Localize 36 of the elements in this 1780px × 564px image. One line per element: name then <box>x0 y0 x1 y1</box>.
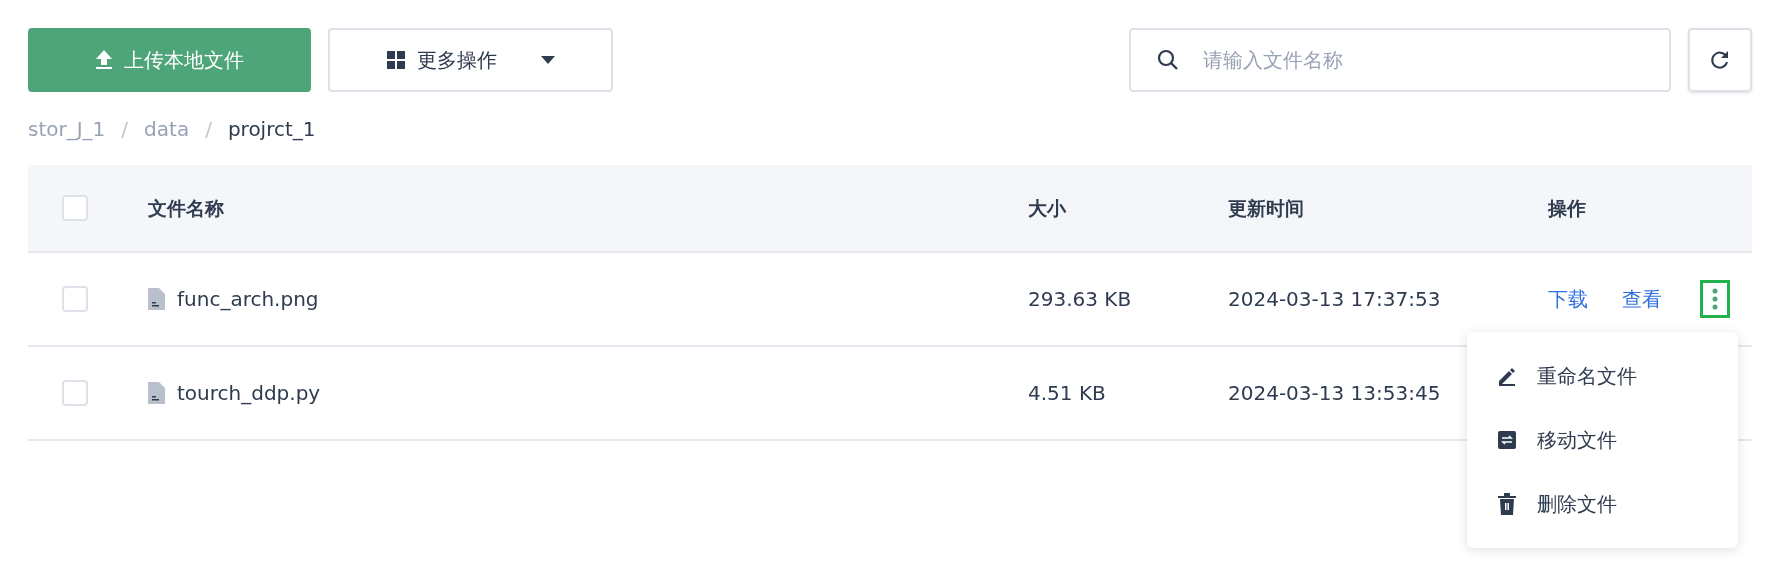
upload-icon <box>95 50 112 70</box>
update-time: 2024-03-13 13:53:45 <box>1228 380 1441 407</box>
refresh-button[interactable] <box>1688 28 1752 92</box>
column-header: 文件名称 <box>148 195 224 221</box>
menu-item[interactable]: 重命名文件 <box>1467 344 1738 408</box>
kebab-icon <box>1712 288 1718 310</box>
more-button[interactable] <box>1700 280 1730 318</box>
action-link[interactable]: 查看 <box>1622 284 1662 314</box>
file-icon <box>148 288 165 310</box>
caret-icon <box>540 56 555 64</box>
search-field[interactable]: 请输入文件名称 <box>1129 28 1671 92</box>
refresh-icon <box>1710 50 1730 70</box>
action-link[interactable]: 下载 <box>1548 284 1588 314</box>
pencil-icon <box>1497 366 1517 386</box>
file-icon <box>148 382 165 404</box>
breadcrumb-item: projrct_1 <box>227 115 316 143</box>
checkbox[interactable] <box>62 380 88 406</box>
column-header: 大小 <box>1028 195 1066 221</box>
breadcrumb-separator: / <box>205 115 212 143</box>
file-name[interactable]: tourch_ddp.py <box>177 378 321 408</box>
file-size: 293.63 KB <box>1028 286 1132 313</box>
swap-icon <box>1497 430 1517 450</box>
menu-item[interactable]: 删除文件 <box>1467 472 1738 536</box>
trash-icon <box>1497 493 1517 515</box>
menu-item[interactable]: 移动文件 <box>1467 408 1738 472</box>
more-actions-dropdown[interactable]: 更多操作 <box>328 28 613 92</box>
grid-icon <box>386 51 405 69</box>
column-header: 更新时间 <box>1228 195 1304 221</box>
file-size: 4.51 KB <box>1028 380 1106 407</box>
update-time: 2024-03-13 17:37:53 <box>1228 286 1441 313</box>
search-icon <box>1157 49 1179 71</box>
checkbox[interactable] <box>62 195 88 221</box>
column-header: 操作 <box>1548 195 1586 221</box>
breadcrumb-separator: / <box>121 115 129 143</box>
file-name[interactable]: func_arch.png <box>177 284 319 314</box>
checkbox[interactable] <box>62 286 88 312</box>
